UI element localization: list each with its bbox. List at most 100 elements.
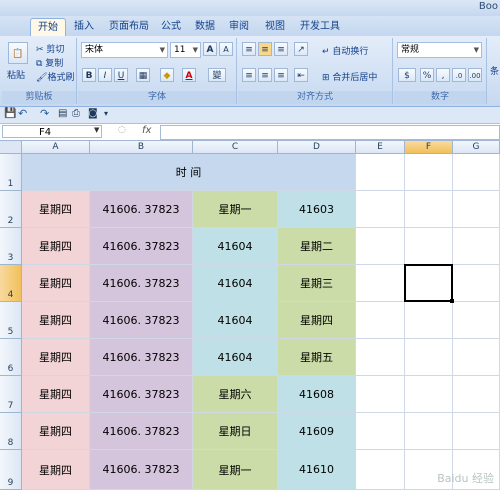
fill-handle[interactable] [450,299,454,303]
cell-e5[interactable] [356,302,405,339]
column-header-c[interactable]: C [193,141,278,154]
save-icon[interactable]: 💾 [4,108,16,119]
cell-b4[interactable]: 41606. 37823 [90,265,193,302]
cell-g6[interactable] [453,339,500,376]
cell-f5[interactable] [405,302,453,339]
row-header-5[interactable]: 5 [0,302,22,339]
cell-e4[interactable] [356,265,405,302]
cell-e6[interactable] [356,339,405,376]
tab-developer[interactable]: 开发工具 [300,18,340,35]
cell-e2[interactable] [356,191,405,228]
cell-a9[interactable]: 星期四 [22,450,90,490]
cell-e7[interactable] [356,376,405,413]
redo-icon[interactable]: ↷ [40,107,49,120]
undo-icon[interactable]: ↶ [18,107,27,120]
cut-button[interactable]: ✂ 剪切 [36,42,64,55]
font-color-button[interactable]: A [182,68,196,82]
paste-button[interactable]: 粘贴 [7,68,25,81]
italic-button[interactable]: I [98,68,112,82]
chevron-down-icon[interactable]: ▼ [94,126,99,134]
align-bottom-icon[interactable]: ≡ [274,42,288,56]
bold-button[interactable]: B [82,68,96,82]
cell-f1[interactable] [405,154,453,191]
cell-a5[interactable]: 星期四 [22,302,90,339]
underline-button[interactable]: U [114,68,128,82]
column-header-g[interactable]: G [453,141,500,154]
cell-g7[interactable] [453,376,500,413]
phonetic-button[interactable]: 變 [208,68,226,82]
cell-e1[interactable] [356,154,405,191]
percent-button[interactable]: % [420,68,434,82]
orientation-icon[interactable]: ↗ [294,42,308,56]
cell-f2[interactable] [405,191,453,228]
cell-b6[interactable]: 41606. 37823 [90,339,193,376]
cell-c8[interactable]: 星期日 [193,413,278,450]
column-header-b[interactable]: B [90,141,193,154]
row-header-3[interactable]: 3 [0,228,22,265]
column-header-a[interactable]: A [22,141,90,154]
row-header-9[interactable]: 9 [0,450,22,490]
align-left-icon[interactable]: ≡ [242,68,256,82]
formula-input[interactable] [160,125,500,140]
row-header-6[interactable]: 6 [0,339,22,376]
cell-d6[interactable]: 星期五 [278,339,356,376]
cell-g8[interactable] [453,413,500,450]
grow-font-button[interactable]: A [203,42,217,56]
cell-a8[interactable]: 星期四 [22,413,90,450]
cell-c6[interactable]: 41604 [193,339,278,376]
row-header-1[interactable]: 1 [0,154,22,191]
align-top-icon[interactable]: ≡ [242,42,256,56]
cell-d3[interactable]: 星期二 [278,228,356,265]
cell-g1[interactable] [453,154,500,191]
cell-b3[interactable]: 41606. 37823 [90,228,193,265]
align-right-icon[interactable]: ≡ [274,68,288,82]
paste-icon[interactable]: 📋 [8,42,28,64]
cell-c5[interactable]: 41604 [193,302,278,339]
cell-d7[interactable]: 41608 [278,376,356,413]
cell-e9[interactable] [356,450,405,490]
row-header-2[interactable]: 2 [0,191,22,228]
tab-page-layout[interactable]: 页面布局 [104,18,154,35]
cell-f7[interactable] [405,376,453,413]
cell-f6[interactable] [405,339,453,376]
number-format-select[interactable]: 常规 ▼ [397,42,482,58]
cell-d8[interactable]: 41609 [278,413,356,450]
font-size-select[interactable]: 11 ▼ [170,42,201,58]
cell-c2[interactable]: 星期一 [193,191,278,228]
align-middle-icon[interactable]: ≡ [258,42,272,56]
column-header-f[interactable]: F [405,141,453,154]
fill-color-icon[interactable]: ◆ [160,68,174,82]
cell-d9[interactable]: 41610 [278,450,356,490]
cell-a4[interactable]: 星期四 [22,265,90,302]
increase-decimal-icon[interactable]: .0 [452,68,466,82]
font-name-select[interactable]: 宋体 ▼ [81,42,168,58]
tab-review[interactable]: 审阅 [226,18,252,35]
cell-b8[interactable]: 41606. 37823 [90,413,193,450]
cell-b2[interactable]: 41606. 37823 [90,191,193,228]
cell-g3[interactable] [453,228,500,265]
column-header-e[interactable]: E [356,141,405,154]
cell-f3[interactable] [405,228,453,265]
currency-icon[interactable]: $ [398,68,416,82]
column-header-d[interactable]: D [278,141,356,154]
cell-a3[interactable]: 星期四 [22,228,90,265]
decrease-decimal-icon[interactable]: .00 [468,68,482,82]
cell-c4[interactable]: 41604 [193,265,278,302]
cell-d4[interactable]: 星期三 [278,265,356,302]
comma-button[interactable]: , [436,68,450,82]
row-header-7[interactable]: 7 [0,376,22,413]
tab-data[interactable]: 数据 [192,18,218,35]
print-icon[interactable]: ⎙ [72,108,80,119]
row-header-4[interactable]: 4 [0,265,22,302]
tab-home[interactable]: 开始 [30,18,66,37]
customize-qat-icon[interactable]: ▾ [104,109,108,118]
worksheet-grid[interactable]: ABCDEFG123456789时 间星期四 41606. 37823 星期一 416… [0,141,500,490]
merge-center-button[interactable]: ⊞ 合并后居中 [322,70,377,83]
insert-function-button[interactable]: fx [142,125,156,138]
cell-g2[interactable] [453,191,500,228]
row-header-8[interactable]: 8 [0,413,22,450]
name-box[interactable]: F4 [2,125,102,138]
cell-c3[interactable]: 41604 [193,228,278,265]
shrink-font-button[interactable]: A [219,42,233,56]
cell-g4[interactable] [453,265,500,302]
